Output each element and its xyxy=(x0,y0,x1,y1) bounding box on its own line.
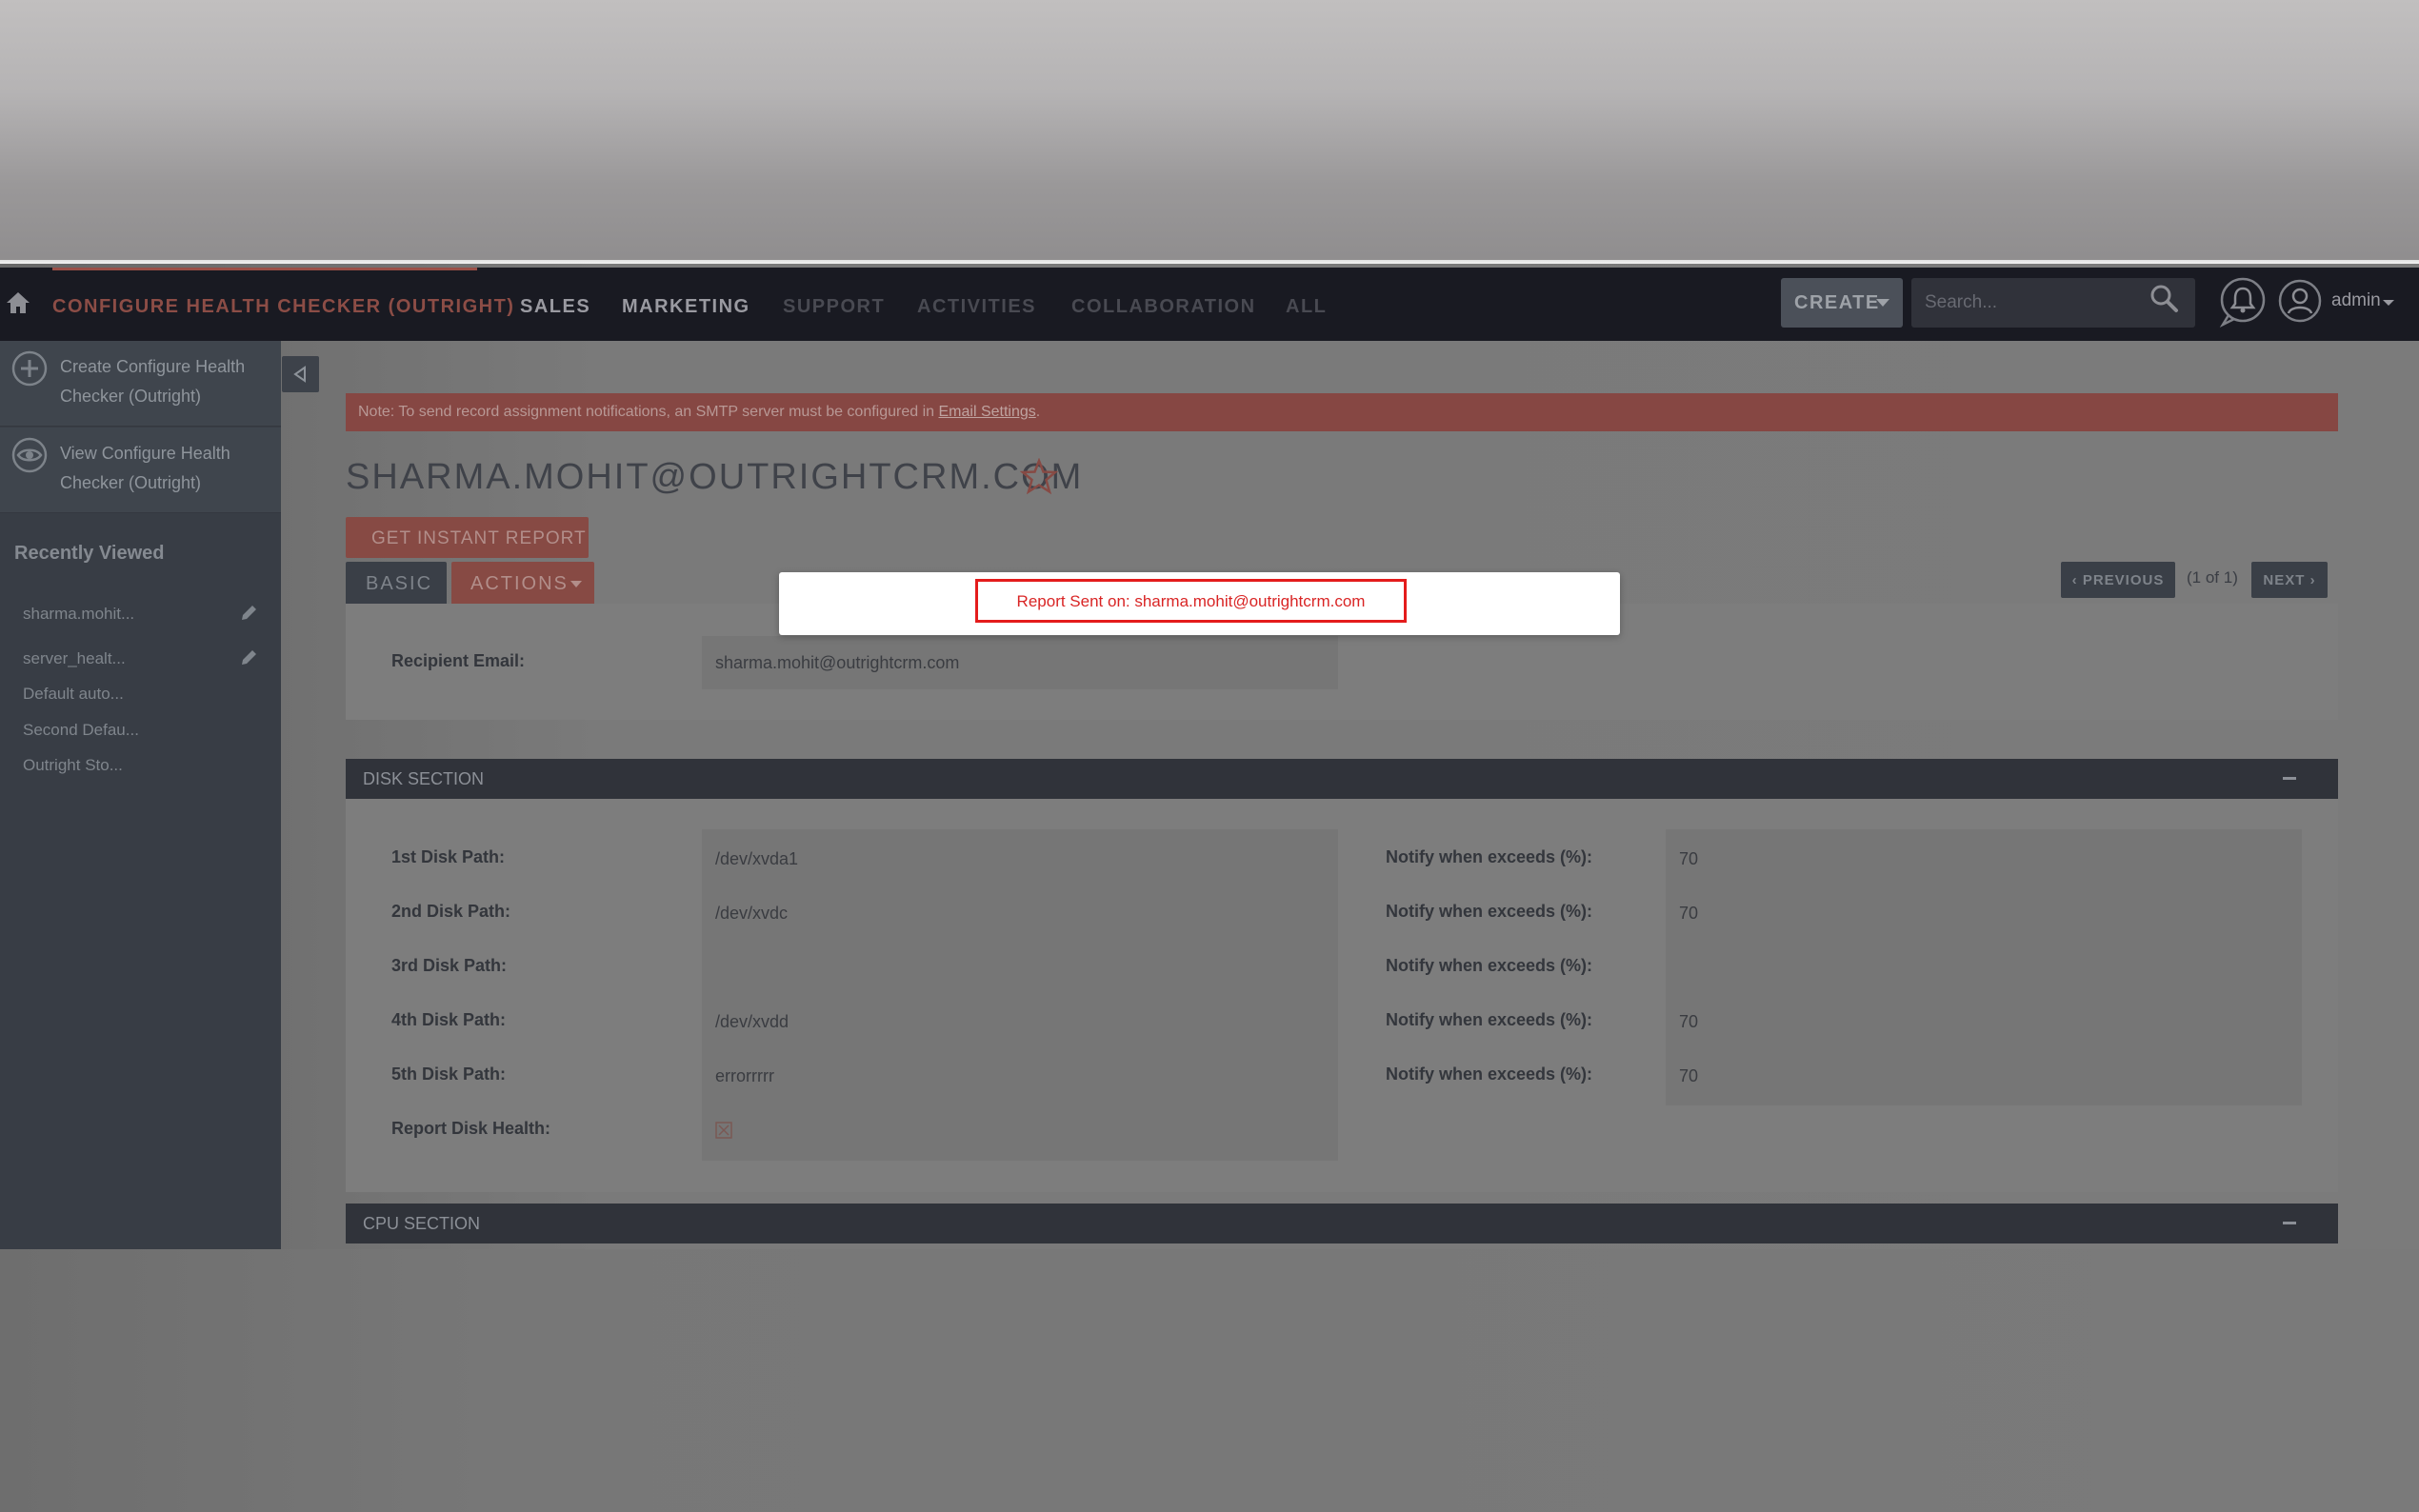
previous-button[interactable]: ‹ PREVIOUS xyxy=(2061,562,2175,598)
chevron-right-icon: › xyxy=(2305,572,2316,588)
notify-label-5: Notify when exceeds (%): xyxy=(1386,1064,1593,1084)
nav-tab-all[interactable]: ALL xyxy=(1286,296,1327,318)
next-label: NEXT xyxy=(2263,572,2306,588)
cpu-section-header[interactable]: CPU SECTION xyxy=(346,1204,2338,1243)
recent-item[interactable]: server_healt... xyxy=(23,649,126,668)
recently-viewed-heading: Recently Viewed xyxy=(14,543,165,564)
disk-path-value-5: errorrrrr xyxy=(715,1066,774,1085)
notify-label-1: Notify when exceeds (%): xyxy=(1386,847,1593,866)
sidebar-collapse-button[interactable] xyxy=(282,356,319,392)
recent-item[interactable]: sharma.mohit... xyxy=(23,605,134,624)
chevron-down-icon xyxy=(570,581,582,587)
active-tab-indicator xyxy=(52,268,477,270)
notify-value-1: 70 xyxy=(1679,849,1699,868)
recent-item[interactable]: Second Defau... xyxy=(23,721,139,740)
get-instant-report-button[interactable]: GET INSTANT REPORT xyxy=(346,517,589,558)
notice-suffix: . xyxy=(1035,404,1041,420)
disk-path-value-1: /dev/xvda1 xyxy=(715,849,799,868)
actions-label: ACTIONS xyxy=(470,573,569,594)
section-title: DISK SECTION xyxy=(363,769,485,788)
recipient-email-label: Recipient Email: xyxy=(391,651,526,670)
search-icon[interactable] xyxy=(2149,283,2179,313)
sidebar-action-view[interactable]: View Configure Health Checker (Outright) xyxy=(0,428,281,513)
disk-path-label-3: 3rd Disk Path: xyxy=(391,956,508,975)
sidebar-action-label: View Configure Health Checker (Outright) xyxy=(60,444,230,492)
backdrop-edge xyxy=(0,260,2419,264)
home-icon[interactable] xyxy=(6,290,30,315)
nav-tab-marketing[interactable]: MARKETING xyxy=(622,296,750,318)
disk-section-panel: 1st Disk Path: 2nd Disk Path: 3rd Disk P… xyxy=(346,799,2338,1192)
pencil-edit-icon[interactable] xyxy=(239,604,258,623)
collapse-minus-icon[interactable] xyxy=(2283,777,2296,780)
notify-value-2: 70 xyxy=(1679,904,1699,923)
crm-app-window: CONFIGURE HEALTH CHECKER (OUTRIGHT) SALE… xyxy=(0,268,2419,1249)
nav-tab-sales[interactable]: SALES xyxy=(520,296,590,318)
sidebar-action-label: Create Configure Health Checker (Outrigh… xyxy=(60,357,246,406)
tab-basic[interactable]: BASIC xyxy=(346,562,447,604)
disk-paths-column xyxy=(702,829,1338,1161)
eye-icon xyxy=(11,437,48,473)
chevron-down-icon xyxy=(2383,300,2394,306)
section-title: CPU SECTION xyxy=(363,1214,481,1233)
top-navigation-bar: CONFIGURE HEALTH CHECKER (OUTRIGHT) SALE… xyxy=(0,268,2419,341)
favorite-star-icon[interactable] xyxy=(1019,457,1059,496)
recipient-email-value: sharma.mohit@outrightcrm.com xyxy=(702,636,1338,689)
disk-path-label-4: 4th Disk Path: xyxy=(391,1010,507,1029)
nav-tab-collaboration[interactable]: COLLABORATION xyxy=(1071,296,1256,318)
disk-path-label-1: 1st Disk Path: xyxy=(391,847,506,866)
report-disk-health-checkbox[interactable] xyxy=(715,1122,732,1139)
blurred-backdrop-top xyxy=(0,0,2419,264)
notify-label-2: Notify when exceeds (%): xyxy=(1386,902,1593,921)
page-title: SHARMA.MOHIT@OUTRIGHTCRM.COM xyxy=(346,457,1084,497)
nav-tab-support[interactable]: SUPPORT xyxy=(783,296,885,318)
recent-item[interactable]: Outright Sto... xyxy=(23,756,123,775)
nav-tab-configure-health-checker[interactable]: CONFIGURE HEALTH CHECKER (OUTRIGHT) xyxy=(52,296,514,318)
collapse-minus-icon[interactable] xyxy=(2283,1222,2296,1224)
next-button[interactable]: NEXT › xyxy=(2251,562,2328,598)
notify-value-4: 70 xyxy=(1679,1012,1699,1031)
nav-tab-activities[interactable]: ACTIVITIES xyxy=(917,296,1036,318)
notify-label-4: Notify when exceeds (%): xyxy=(1386,1010,1593,1029)
plus-circle-icon xyxy=(11,350,48,387)
smtp-notice-bar: Note: To send record assignment notifica… xyxy=(346,393,2338,431)
user-avatar-icon[interactable] xyxy=(2278,279,2322,323)
report-disk-health-label: Report Disk Health: xyxy=(391,1119,551,1138)
previous-label: PREVIOUS xyxy=(2082,572,2165,588)
notify-values-column xyxy=(1666,829,2302,1105)
user-menu-label[interactable]: admin xyxy=(2331,290,2381,311)
report-sent-message: Report Sent on: sharma.mohit@outrightcrm… xyxy=(975,579,1407,623)
pencil-edit-icon[interactable] xyxy=(239,648,258,667)
chevron-left-icon: ‹ xyxy=(2071,572,2083,588)
pager-count: (1 of 1) xyxy=(2187,568,2238,587)
chevron-down-icon xyxy=(1876,299,1889,307)
disk-path-value-4: /dev/xvdd xyxy=(715,1012,790,1031)
notify-label-3: Notify when exceeds (%): xyxy=(1386,956,1593,975)
disk-section-header[interactable]: DISK SECTION xyxy=(346,759,2338,799)
sidebar: Create Configure Health Checker (Outrigh… xyxy=(0,341,281,1249)
sidebar-action-create[interactable]: Create Configure Health Checker (Outrigh… xyxy=(0,341,281,427)
disk-path-label-5: 5th Disk Path: xyxy=(391,1064,507,1084)
notice-text: Note: To send record assignment notifica… xyxy=(358,404,939,420)
create-button[interactable]: CREATE xyxy=(1781,278,1903,328)
blurred-backdrop-bottom xyxy=(0,1249,2419,1512)
email-settings-link[interactable]: Email Settings xyxy=(939,404,1036,420)
notify-value-5: 70 xyxy=(1679,1066,1699,1085)
recent-item[interactable]: Default auto... xyxy=(23,685,124,704)
disk-path-value-2: /dev/xvdc xyxy=(715,904,789,923)
search-input[interactable] xyxy=(1925,289,2134,316)
actions-dropdown-button[interactable]: ACTIONS xyxy=(451,562,594,604)
report-sent-dialog: Report Sent on: sharma.mohit@outrightcrm… xyxy=(779,572,1620,635)
disk-path-label-2: 2nd Disk Path: xyxy=(391,902,511,921)
create-button-label: CREATE xyxy=(1794,292,1880,313)
notifications-bell-icon[interactable] xyxy=(2219,275,2267,328)
